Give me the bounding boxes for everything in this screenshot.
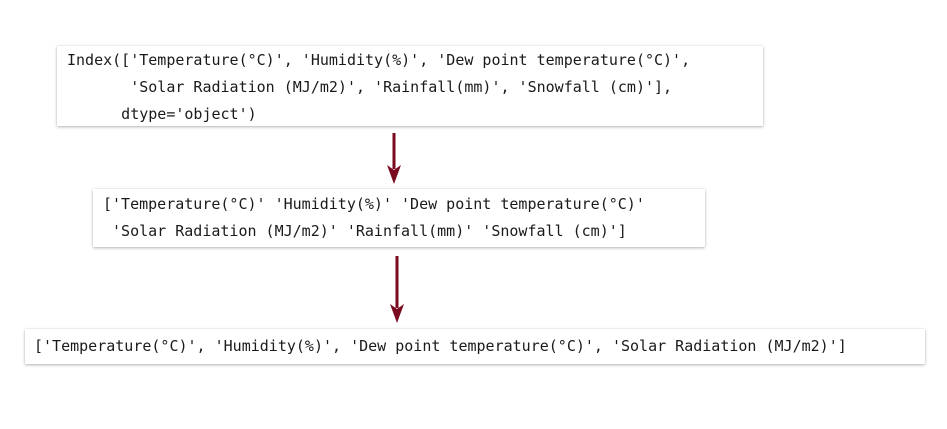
- index-output-line-1: Index(['Temperature(°C)', 'Humidity(%)',…: [67, 51, 691, 69]
- index-output-line-3: dtype='object'): [67, 105, 257, 123]
- list-output-box: ['Temperature(°C)', 'Humidity(%)', 'Dew …: [25, 329, 925, 364]
- array-output-line-1: ['Temperature(°C)' 'Humidity(%)' 'Dew po…: [103, 195, 645, 213]
- arrow-shaft: [395, 256, 399, 308]
- arrow-down-icon: [390, 256, 404, 323]
- arrow-down-icon: [387, 133, 401, 184]
- index-output-line-2: 'Solar Radiation (MJ/m2)', 'Rainfall(mm)…: [67, 78, 673, 96]
- list-output-line-1: ['Temperature(°C)', 'Humidity(%)', 'Dew …: [34, 337, 847, 355]
- array-output-box: ['Temperature(°C)' 'Humidity(%)' 'Dew po…: [93, 189, 705, 247]
- diagram-canvas: Index(['Temperature(°C)', 'Humidity(%)',…: [0, 0, 947, 429]
- index-output-box: Index(['Temperature(°C)', 'Humidity(%)',…: [57, 46, 763, 126]
- array-output-line-2: 'Solar Radiation (MJ/m2)' 'Rainfall(mm)'…: [103, 222, 627, 240]
- arrow-shaft: [392, 133, 396, 169]
